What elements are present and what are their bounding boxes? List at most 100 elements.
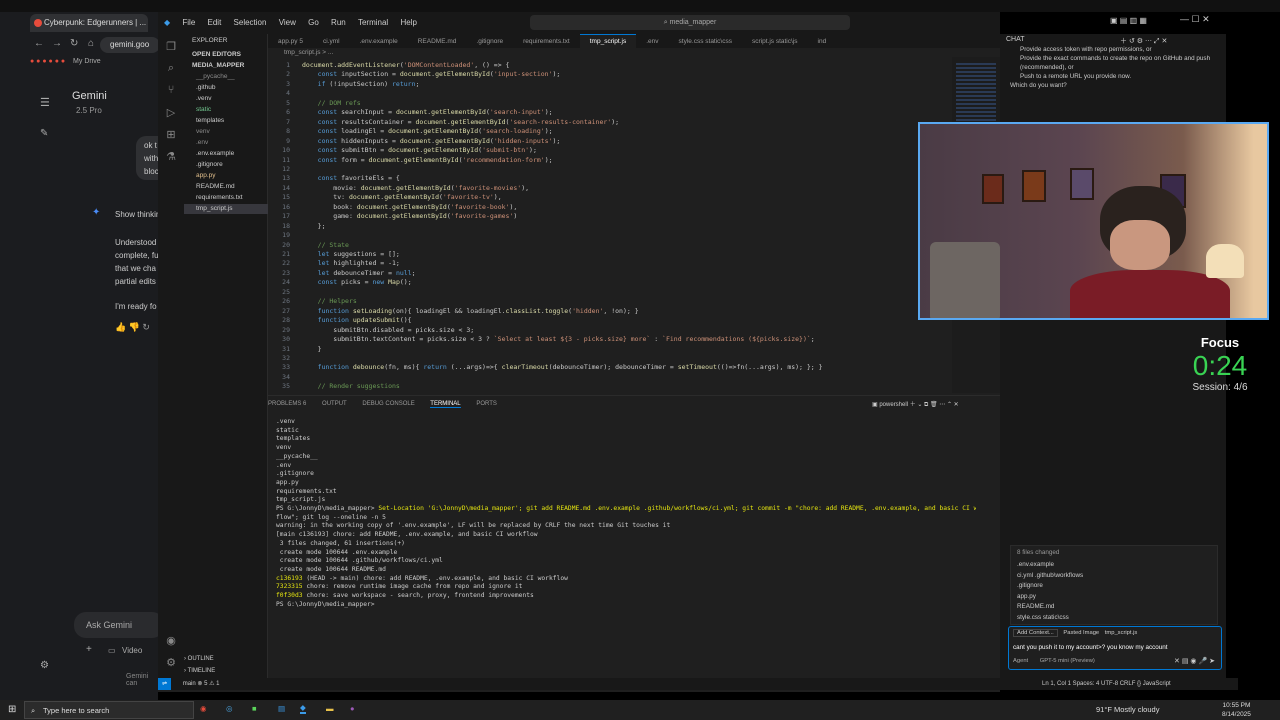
send-icon[interactable]: ✕ ▤ ◉ 🎤 ➤	[1174, 657, 1215, 665]
file-item[interactable]: __pycache__	[184, 72, 268, 82]
editor-tab[interactable]: ci.yml	[313, 35, 350, 48]
menu-file[interactable]: File	[182, 18, 195, 27]
testing-icon[interactable]: ⚗	[163, 150, 179, 166]
chat-input-box[interactable]: Add Context... Pasted Image tmp_script.j…	[1008, 626, 1222, 670]
changed-file-item[interactable]: .gitignore	[1017, 581, 1043, 591]
status-branch[interactable]: main ⊗ 5 ⚠ 1	[183, 681, 220, 687]
tab-ports[interactable]: PORTS	[476, 401, 497, 407]
editor-tab[interactable]: .gitignore	[466, 35, 513, 48]
layout-icons[interactable]: ▣ ▤ ▥ ▦	[1110, 16, 1147, 25]
menu-icon[interactable]: ☰	[40, 96, 50, 109]
show-thinking-toggle[interactable]: Show thinkin	[115, 208, 158, 221]
editor-tab[interactable]: style.css static\css	[669, 35, 742, 48]
source-control-icon[interactable]: ⑂	[163, 84, 179, 100]
remote-icon[interactable]: ⇌	[158, 678, 172, 690]
breadcrumb[interactable]: tmp_script.js > ...	[284, 49, 333, 56]
outline-section[interactable]: › OUTLINE	[184, 656, 214, 662]
settings-icon[interactable]: ⚙	[40, 660, 49, 671]
editor-tab[interactable]: .env.example	[350, 35, 408, 48]
file-item[interactable]: app.py	[184, 171, 268, 181]
forward-icon[interactable]: →	[52, 38, 62, 49]
menu-terminal[interactable]: Terminal	[358, 18, 388, 27]
file-item[interactable]: .gitignore	[184, 160, 268, 170]
chat-input-text[interactable]: cant you push it to my account>? you kno…	[1013, 644, 1168, 651]
home-icon[interactable]: ⌂	[88, 38, 94, 49]
back-icon[interactable]: ←	[34, 38, 44, 49]
obs-icon[interactable]: ●	[350, 704, 355, 713]
address-bar[interactable]: gemini.goo	[100, 37, 158, 53]
menu-help[interactable]: Help	[400, 18, 416, 27]
weather[interactable]: 91°F Mostly cloudy	[1096, 705, 1159, 714]
editor-tab[interactable]: ind	[808, 35, 837, 48]
search-icon[interactable]: ⌕	[163, 62, 179, 78]
clock[interactable]: 10:55 PM 8/14/2025	[1222, 701, 1251, 719]
file-item[interactable]: .env.example	[184, 149, 268, 159]
menu-go[interactable]: Go	[308, 18, 319, 27]
menu-edit[interactable]: Edit	[208, 18, 222, 27]
file-item[interactable]: requirements.txt	[184, 193, 268, 203]
editor-tab[interactable]: .env	[636, 35, 668, 48]
shell-selector[interactable]: ▣ powershell ＋ ⌄ ⧉ 🗑 ⋯ ⌃ ✕	[872, 399, 959, 409]
file-item[interactable]: static	[184, 105, 268, 115]
add-context-button[interactable]: Add Context...	[1013, 629, 1058, 637]
open-editors-section[interactable]: OPEN EDITORS	[184, 50, 268, 60]
model-selector[interactable]: 2.5 Pro	[76, 106, 102, 115]
command-center-search[interactable]: ⌕ media_mapper	[530, 15, 850, 30]
bookmark-icons[interactable]: ● ● ● ● ● ●	[30, 58, 65, 65]
extensions-icon[interactable]: ⊞	[163, 128, 179, 144]
agent-mode-select[interactable]: Agent	[1013, 658, 1028, 664]
video-button[interactable]: Video	[122, 646, 142, 655]
menu-run[interactable]: Run	[331, 18, 346, 27]
file-item[interactable]: venv	[184, 127, 268, 137]
file-item[interactable]: README.md	[184, 182, 268, 192]
ask-gemini-input[interactable]: Ask Gemini	[74, 612, 158, 638]
tab-terminal[interactable]: TERMINAL	[430, 401, 461, 408]
file-icon[interactable]: ▤	[278, 704, 285, 713]
editor-tab[interactable]: requirements.txt	[513, 35, 580, 48]
taskbar-search[interactable]: ⌕ Type here to search	[24, 701, 194, 719]
run-debug-icon[interactable]: ▷	[163, 106, 179, 122]
steam-icon[interactable]: ◎	[226, 704, 233, 713]
changed-file-item[interactable]: ci.yml .github\workflows	[1017, 571, 1083, 581]
explorer-folder-icon[interactable]: ▬	[326, 704, 334, 713]
project-folder[interactable]: MEDIA_MAPPER	[184, 61, 268, 71]
timeline-section[interactable]: › TIMELINE	[184, 668, 215, 674]
terminal-output[interactable]: .venv static templates venv __pycache__ .env.…	[276, 418, 976, 618]
tab-problems[interactable]: PROBLEMS 6	[268, 401, 306, 407]
reload-icon[interactable]: ↻	[70, 38, 78, 49]
file-item[interactable]: tmp_script.js	[184, 204, 268, 214]
context-file-chip[interactable]: tmp_script.js	[1105, 630, 1138, 636]
file-item[interactable]: .env	[184, 138, 268, 148]
pasted-image-chip[interactable]: Pasted Image	[1063, 630, 1099, 636]
changed-file-item[interactable]: style.css static\css	[1017, 613, 1069, 623]
plus-icon[interactable]: +	[86, 644, 92, 655]
menu-selection[interactable]: Selection	[234, 18, 267, 27]
changed-file-item[interactable]: .env.example	[1017, 560, 1054, 570]
code-editor[interactable]: 1 document.addEventListener('DOMContentLo…	[268, 57, 952, 393]
app-icon[interactable]: ■	[252, 704, 257, 713]
account-icon[interactable]: ◉	[163, 634, 179, 650]
video-icon[interactable]: ▭	[108, 646, 116, 655]
menu-view[interactable]: View	[279, 18, 296, 27]
editor-tab[interactable]: script.js static\js	[742, 35, 808, 48]
editor-tab[interactable]: tmp_script.js	[579, 34, 637, 48]
changed-file-item[interactable]: README.md	[1017, 602, 1054, 612]
file-item[interactable]: .github	[184, 83, 268, 93]
file-item[interactable]: .venv	[184, 94, 268, 104]
tab-debug-console[interactable]: DEBUG CONSOLE	[362, 401, 414, 407]
window-controls[interactable]: — ☐ ✕	[1180, 14, 1210, 25]
vscode-taskbar-icon[interactable]: ◆	[300, 703, 306, 714]
chrome-icon[interactable]: ◉	[200, 704, 207, 713]
manage-gear-icon[interactable]: ⚙	[163, 656, 179, 672]
model-select[interactable]: GPT-5 mini (Preview)	[1040, 658, 1095, 664]
explorer-icon[interactable]: ❐	[163, 40, 179, 56]
changed-file-item[interactable]: app.py	[1017, 592, 1036, 602]
bookmark-my-drive[interactable]: My Drive	[73, 58, 101, 65]
feedback-icons[interactable]: 👍 👎 ↻	[115, 322, 150, 333]
tab-output[interactable]: OUTPUT	[322, 401, 347, 407]
browser-tab[interactable]: Cyberpunk: Edgerunners | ...	[30, 14, 148, 32]
windows-start-icon[interactable]: ⊞	[8, 704, 16, 715]
new-chat-icon[interactable]: ✎	[40, 128, 48, 139]
file-item[interactable]: templates	[184, 116, 268, 126]
editor-tab[interactable]: README.md	[408, 35, 467, 48]
